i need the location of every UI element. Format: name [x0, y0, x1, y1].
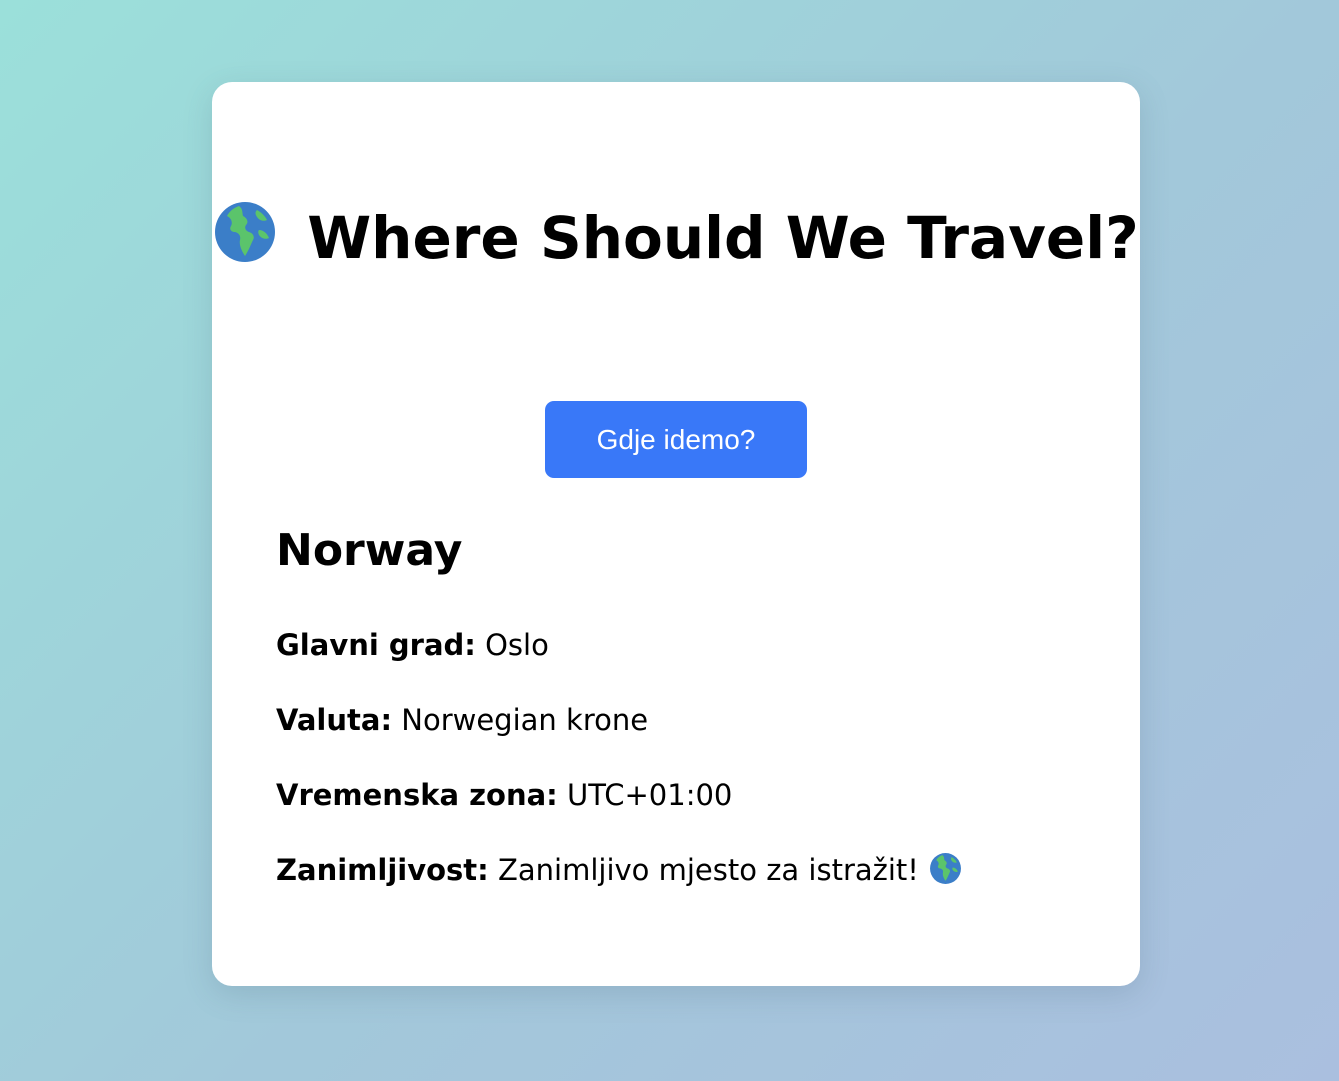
destination-card: Where Should We Travel? Gdje idemo? Norw…: [212, 82, 1140, 986]
detail-fun-fact-label: Zanimljivost:: [276, 853, 489, 887]
page-title-text: Where Should We Travel?: [307, 204, 1139, 272]
country-name: Norway: [276, 525, 463, 576]
detail-capital: Glavni grad: Oslo: [276, 625, 549, 665]
detail-timezone: Vremenska zona: UTC+01:00: [276, 775, 732, 815]
globe-icon: [929, 853, 961, 884]
detail-capital-label: Glavni grad:: [276, 628, 476, 662]
detail-timezone-value: UTC+01:00: [567, 778, 733, 812]
detail-fun-fact: Zanimljivost: Zanimljivo mjesto za istra…: [276, 850, 962, 890]
globe-icon: [215, 202, 276, 262]
detail-currency-label: Valuta:: [276, 703, 393, 737]
detail-timezone-label: Vremenska zona:: [276, 778, 558, 812]
detail-capital-value: Oslo: [485, 628, 549, 662]
detail-currency-value: Norwegian krone: [401, 703, 649, 737]
page-title: Where Should We Travel?: [212, 194, 1140, 282]
detail-fun-fact-value: Zanimljivo mjesto za istražit!: [498, 853, 919, 887]
random-destination-button[interactable]: Gdje idemo?: [545, 401, 807, 478]
detail-currency: Valuta: Norwegian krone: [276, 700, 648, 740]
